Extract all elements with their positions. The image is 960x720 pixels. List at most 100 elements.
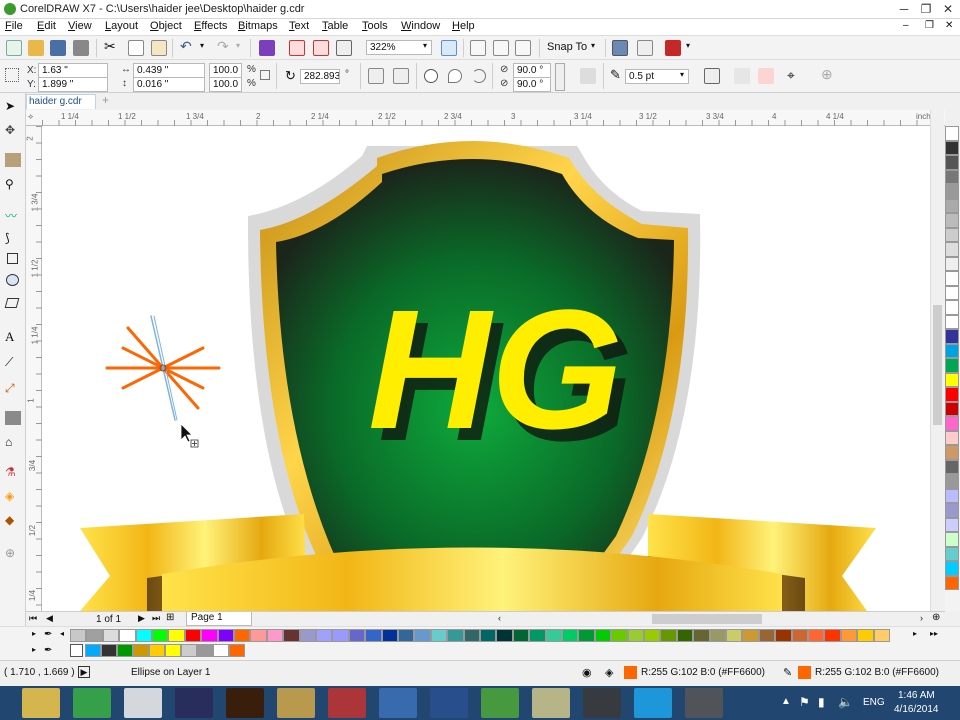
horizontal-scroll-thumb[interactable] xyxy=(652,614,762,624)
add-preset-icon[interactable]: ⊕ xyxy=(821,66,833,83)
color-swatch[interactable] xyxy=(660,629,677,642)
color-swatch[interactable] xyxy=(775,629,792,642)
change-direction-icon[interactable] xyxy=(580,68,596,84)
outline-color-swatch[interactable] xyxy=(798,666,811,679)
polygon-tool-icon[interactable] xyxy=(4,298,20,308)
x-position-input[interactable]: 1.63 " xyxy=(38,63,108,78)
clock-time[interactable]: 1:46 AM xyxy=(898,690,935,701)
palette-menu-icon[interactable]: ▸▸ xyxy=(930,629,938,638)
undo-icon[interactable]: ↶ xyxy=(180,38,192,55)
color-swatch[interactable] xyxy=(283,629,300,642)
minimize-button[interactable]: ─ xyxy=(892,0,916,19)
palette-scroll-right-icon[interactable]: ▸ xyxy=(913,629,917,638)
color-swatch[interactable] xyxy=(945,184,959,199)
color-swatch[interactable] xyxy=(332,629,349,642)
color-swatch[interactable] xyxy=(791,629,808,642)
color-swatch[interactable] xyxy=(234,629,251,642)
snap-to-button[interactable]: Snap To xyxy=(547,41,587,53)
start-angle-input[interactable]: 90.0 ° xyxy=(513,63,551,78)
pie-mode-icon[interactable] xyxy=(448,69,462,83)
menu-file[interactable]: File xyxy=(5,20,23,32)
doc-minimize-icon[interactable]: – xyxy=(903,20,909,31)
color-swatch[interactable] xyxy=(945,532,959,547)
color-swatch[interactable] xyxy=(381,629,398,642)
freehand-tool-icon[interactable]: 〰 xyxy=(5,207,21,223)
color-swatch[interactable] xyxy=(133,644,149,657)
color-swatch[interactable] xyxy=(627,629,644,642)
save-icon[interactable] xyxy=(50,40,66,56)
color-swatch[interactable] xyxy=(945,416,959,431)
scroll-right-icon[interactable]: › xyxy=(920,613,923,623)
convert-to-curves-icon[interactable]: ⌖ xyxy=(787,67,795,84)
color-swatch[interactable] xyxy=(165,644,181,657)
menu-help[interactable]: Help xyxy=(452,20,475,32)
color-swatch[interactable] xyxy=(102,629,120,642)
color-swatch[interactable] xyxy=(945,242,959,257)
color-swatch[interactable] xyxy=(945,575,959,590)
color-swatch[interactable] xyxy=(398,629,415,642)
y-position-input[interactable]: 1.899 " xyxy=(38,77,108,92)
menu-bitmaps[interactable]: Bitmaps xyxy=(238,20,278,32)
color-swatch[interactable] xyxy=(945,546,959,561)
angle-spinner[interactable] xyxy=(555,63,565,91)
color-swatch[interactable] xyxy=(945,474,959,489)
media-player-icon[interactable] xyxy=(175,688,213,718)
application-launcher-icon[interactable] xyxy=(665,40,681,56)
coreldraw-icon[interactable] xyxy=(73,688,111,718)
color-swatch[interactable] xyxy=(945,503,959,518)
color-swatch[interactable] xyxy=(945,488,959,503)
horizontal-ruler[interactable]: ⟡ 1 1/4 1 1/2 1 3/4 2 2 1/4 2 1/2 2 3/4 … xyxy=(26,110,945,126)
search-content-icon[interactable] xyxy=(259,40,275,56)
color-swatch[interactable] xyxy=(213,644,229,657)
color-swatch[interactable] xyxy=(430,629,448,642)
network-icon[interactable]: ▮ xyxy=(818,695,825,709)
menu-layout[interactable]: Layout xyxy=(105,20,138,32)
scroll-left-icon[interactable]: ‹ xyxy=(498,613,501,623)
import-icon[interactable] xyxy=(289,40,305,56)
color-swatch[interactable] xyxy=(545,629,562,642)
color-swatch[interactable] xyxy=(945,256,959,271)
scale-y-input[interactable]: 100.0 xyxy=(209,77,242,92)
shape-tool-icon[interactable]: ✥ xyxy=(5,123,21,137)
color-swatch[interactable] xyxy=(119,629,136,642)
last-page-icon[interactable]: ⏭ xyxy=(152,613,160,624)
color-swatch[interactable] xyxy=(316,629,333,642)
color-swatch[interactable] xyxy=(201,629,218,642)
color-swatch[interactable] xyxy=(945,126,959,141)
color-swatch[interactable] xyxy=(266,629,284,642)
color-swatch[interactable] xyxy=(117,644,133,657)
color-swatch[interactable] xyxy=(945,227,959,242)
lock-ratio-icon[interactable] xyxy=(260,70,270,80)
color-swatch[interactable] xyxy=(945,285,959,300)
color-swatch[interactable] xyxy=(945,358,959,373)
color-swatch[interactable] xyxy=(945,459,959,474)
document-tab[interactable]: haider g.cdr xyxy=(26,94,96,109)
color-swatch[interactable] xyxy=(945,517,959,532)
color-swatch[interactable] xyxy=(945,430,959,445)
color-swatch[interactable] xyxy=(945,198,959,213)
previous-page-icon[interactable]: ◀ xyxy=(46,613,53,624)
outline-dropdown-icon[interactable]: ▾ xyxy=(680,70,684,79)
object-origin-icon[interactable] xyxy=(5,68,19,82)
palette2-eyedropper-icon[interactable]: ✒ xyxy=(44,645,52,656)
to-back-icon[interactable] xyxy=(758,68,774,84)
color-swatch[interactable] xyxy=(945,140,959,155)
color-swatch[interactable] xyxy=(945,343,959,358)
zoom-dropdown-icon[interactable]: ▾ xyxy=(423,41,427,50)
palette-eyedropper-icon[interactable]: ✒ xyxy=(44,629,52,640)
drawing-canvas[interactable]: HG HG xyxy=(42,126,930,611)
illustrator-icon[interactable] xyxy=(226,688,264,718)
color-swatch[interactable] xyxy=(562,629,579,642)
menu-tools[interactable]: Tools xyxy=(362,20,388,32)
interactive-fill-tool-icon[interactable]: ◈ xyxy=(5,489,21,503)
show-grid-icon[interactable] xyxy=(493,40,509,56)
color-swatch[interactable] xyxy=(348,629,366,642)
color-swatch[interactable] xyxy=(873,629,890,642)
show-guidelines-icon[interactable] xyxy=(515,40,531,56)
color-swatch[interactable] xyxy=(945,387,959,402)
color-swatch[interactable] xyxy=(184,629,202,642)
color-swatch[interactable] xyxy=(217,629,234,642)
undo-dropdown-icon[interactable]: ▾ xyxy=(200,41,204,50)
color-swatch[interactable] xyxy=(496,629,513,642)
ruler-origin-icon[interactable]: ⟡ xyxy=(28,112,33,122)
